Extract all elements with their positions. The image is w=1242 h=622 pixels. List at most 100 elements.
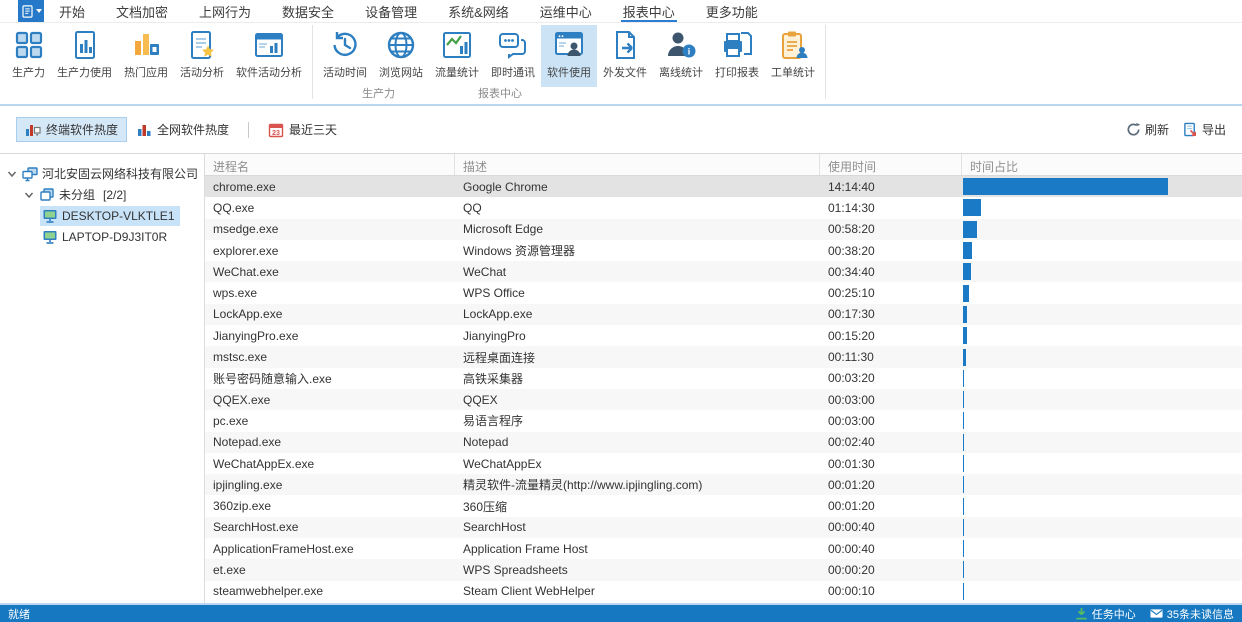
table-row[interactable]: wps.exe WPS Office 00:25:10 [205,282,1242,303]
menu-tab-3[interactable]: 数据安全 [280,0,336,22]
ribbon-button-label: 工单统计 [771,67,815,79]
tree-node-company[interactable]: 河北安固云网络科技有限公司[2/2] [0,163,204,184]
ribbon-button-doc-star[interactable]: 活动分析 [174,25,230,87]
tree-node-label: 河北安固云网络科技有限公司 [42,167,199,181]
menu-tab-0[interactable]: 开始 [57,0,87,22]
usage-time-cell: 00:03:00 [828,413,875,428]
usage-time-cell: 00:25:10 [828,286,875,301]
calendar-icon: 23 [268,122,284,138]
usage-time-cell: 14:14:40 [828,179,875,194]
recent-days-button[interactable]: 23 最近三天 [259,117,346,142]
toolbar-right: 刷新 导出 [1126,121,1226,138]
time-ratio-cell [962,453,1242,474]
table-row[interactable]: Notepad.exe Notepad 00:02:40 [205,431,1242,453]
ribbon-button-globe[interactable]: 浏览网站 [373,25,429,87]
refresh-button[interactable]: 刷新 [1126,121,1169,138]
process-desc-cell: WPS Spreadsheets [463,562,568,577]
process-desc-cell: QQEX [463,392,498,407]
time-ratio-cell [962,176,1242,197]
table-row[interactable]: ipjingling.exe 精灵软件-流量精灵(http://www.ipjin… [205,474,1242,496]
process-name-cell: steamwebhelper.exe [213,584,324,599]
table-row[interactable]: SearchHost.exe SearchHost 00:00:40 [205,516,1242,539]
table-row[interactable]: WeChatAppEx.exe WeChatAppEx 00:01:30 [205,453,1242,474]
time-ratio-cell [962,346,1242,367]
menu-tab-1[interactable]: 文档加密 [114,0,170,22]
export-icon [1183,122,1198,137]
table-row[interactable]: QQEX.exe QQEX 00:03:00 [205,388,1242,411]
process-desc-cell: 远程桌面连接 [463,350,536,365]
menu-tab-7[interactable]: 报表中心 [620,0,677,22]
ribbon-button-doc-arrow[interactable]: 外发文件 [597,25,653,87]
ribbon-button-printer-doc[interactable]: 打印报表 [709,25,765,87]
table-row[interactable]: 账号密码随意输入.exe 高铁采集器 00:03:20 [205,368,1242,389]
table-row[interactable]: LockApp.exe LockApp.exe 00:17:30 [205,303,1242,326]
usage-time-cell: 00:02:40 [828,435,875,450]
network-software-heat-button[interactable]: 全网软件热度 [127,117,238,142]
process-name-cell: 账号密码随意输入.exe [213,371,332,386]
usage-time-cell: 00:00:10 [828,584,875,599]
table-row[interactable]: pc.exe 易语言程序 00:03:00 [205,410,1242,431]
status-right: 任务中心 35条未读信息 [1075,606,1234,622]
column-header-3[interactable]: 时间占比 [962,154,1242,175]
tree-node-computer[interactable]: LAPTOP-D9J3IT0R [0,226,204,247]
app-menu-button[interactable] [18,0,44,22]
menu-tab-8[interactable]: 更多功能 [704,0,760,22]
time-ratio-bar [963,220,977,238]
menu-tab-2[interactable]: 上网行为 [197,0,253,22]
ribbon-button-window-chart[interactable]: 软件活动分析 [230,25,308,87]
terminal-software-heat-button[interactable]: 终端软件热度 [16,117,128,142]
table-row[interactable]: msedge.exe Microsoft Edge 00:58:20 [205,218,1242,240]
process-name-cell: ipjingling.exe [213,477,283,492]
ribbon-button-clock-history[interactable]: 活动时间 [317,25,373,87]
time-ratio-bar [963,199,981,217]
group-icon [39,187,55,203]
ribbon-button-user-info[interactable]: i 离线统计 [653,25,709,87]
table-row[interactable]: ApplicationFrameHost.exe Application Fram… [205,538,1242,559]
ribbon-button-window-user[interactable]: 软件使用 [541,25,597,87]
tree-node-group[interactable]: 未分组 [2/2] [0,184,204,205]
doc-star-icon [186,29,218,61]
process-desc-cell: 高铁采集器 [463,371,524,386]
tree-node-computer[interactable]: DESKTOP-VLKTLE1 [0,205,204,226]
time-ratio-bar [963,327,967,345]
menu-tab-4[interactable]: 设备管理 [363,0,419,22]
table-row[interactable]: explorer.exe Windows 资源管理器 00:38:20 [205,240,1242,261]
ribbon-button-doc-chart[interactable]: 生产力使用 [51,25,118,87]
table-row[interactable]: steamwebhelper.exe Steam Client WebHelper… [205,581,1242,602]
user-info-icon: i [665,29,697,61]
export-button[interactable]: 导出 [1183,121,1226,138]
table-row[interactable]: WeChat.exe WeChat 00:34:40 [205,261,1242,283]
task-center-label: 任务中心 [1091,608,1136,621]
chevron-down-icon[interactable] [6,168,18,180]
column-header-2[interactable]: 使用时间 [820,154,962,175]
ribbon-button-grid-apps[interactable]: 生产力 [6,25,51,87]
menu-tab-5[interactable]: 系统&网络 [446,0,511,22]
chevron-down-icon[interactable] [23,189,35,201]
table-row[interactable]: chrome.exe Google Chrome 14:14:40 [205,176,1242,198]
ribbon-button-traffic-chart[interactable]: 流量统计 [429,25,485,87]
table-row[interactable]: 360zip.exe 360压缩 00:01:20 [205,495,1242,516]
table-row[interactable]: mstsc.exe 远程桌面连接 00:11:30 [205,346,1242,368]
chat-bubbles-icon [497,29,529,61]
usage-time-cell: 00:01:30 [828,456,875,471]
ribbon-button-chat-bubbles[interactable]: 即时通讯 [485,25,541,87]
column-header-0[interactable]: 进程名 [205,154,455,175]
unread-messages-button[interactable]: 35条未读信息 [1150,606,1234,622]
printer-doc-icon [721,29,753,61]
globe-icon [385,29,417,61]
menu-tab-6[interactable]: 运维中心 [538,0,594,22]
tree-node-label: LAPTOP-D9J3IT0R [62,229,168,244]
usage-time-cell: 00:15:20 [828,328,875,343]
time-ratio-bar [963,476,964,494]
table-row[interactable]: QQ.exe QQ 01:14:30 [205,197,1242,218]
ribbon-button-label: 即时通讯 [491,67,535,79]
table-row[interactable]: JianyingPro.exe JianyingPro 00:15:20 [205,325,1242,346]
ribbon-button-clipboard-user[interactable]: 工单统计 [765,25,821,87]
task-center-button[interactable]: 任务中心 [1075,606,1136,622]
ribbon-button-label: 软件使用 [547,67,591,79]
column-header-1[interactable]: 描述 [455,154,820,175]
ribbon-button-hot-apps[interactable]: 热门应用 [118,25,174,87]
table-row[interactable]: et.exe WPS Spreadsheets 00:00:20 [205,559,1242,581]
doc-chart-icon [69,29,101,61]
process-name-cell: pc.exe [213,413,249,428]
